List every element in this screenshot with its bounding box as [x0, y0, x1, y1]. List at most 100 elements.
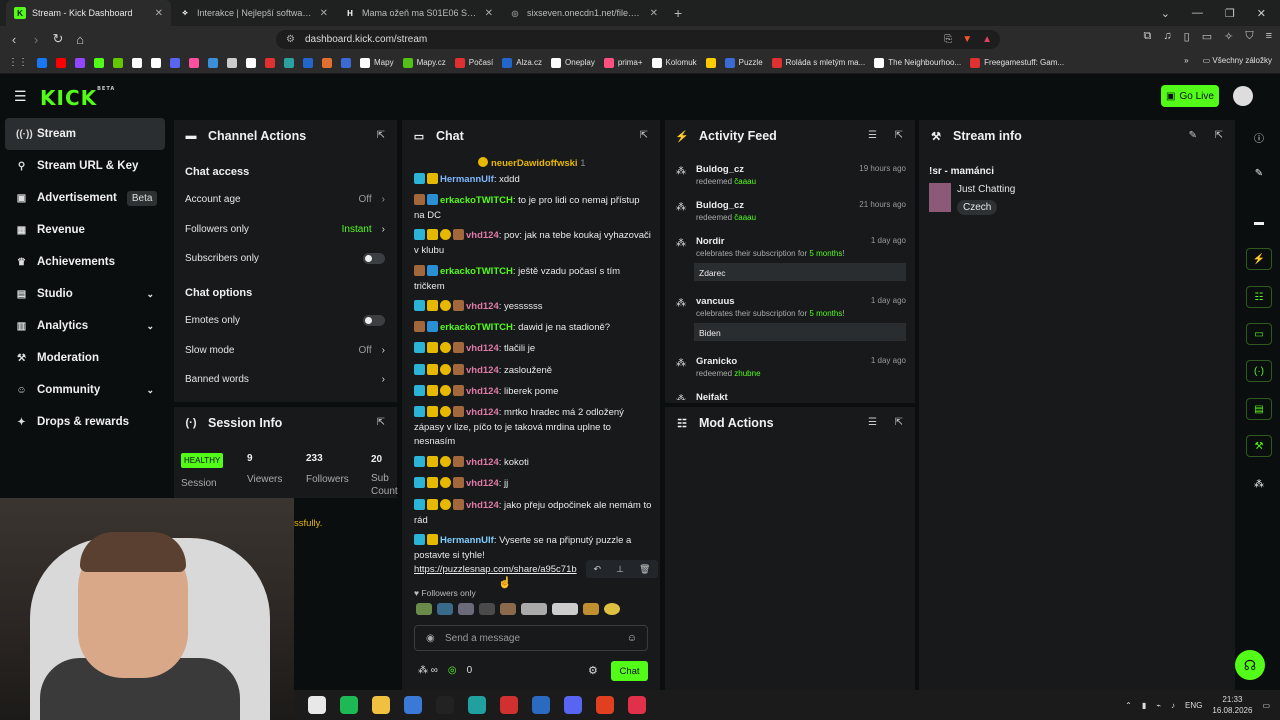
menu-icon[interactable]: ≡: [1266, 30, 1272, 43]
site-info-icon[interactable]: ⚙: [286, 34, 295, 45]
sidebar-item-community[interactable]: ☺ Community ⌄: [0, 374, 170, 406]
chat-message[interactable]: erkackoTWITCH: dawid je na stadioně?: [414, 321, 652, 336]
reload-icon[interactable]: ↻: [48, 31, 68, 47]
channel-actions-icon[interactable]: ▬: [1246, 211, 1272, 233]
taskbar-app-icon[interactable]: [308, 696, 326, 714]
chat-username[interactable]: HermannUlf: [440, 174, 494, 185]
vpn-icon[interactable]: ⛉: [1245, 30, 1253, 43]
emote[interactable]: [479, 603, 495, 615]
bookmark-item[interactable]: [113, 57, 123, 68]
bookmark-item[interactable]: [208, 57, 218, 68]
close-tab-icon[interactable]: ✕: [650, 8, 658, 19]
kick-logo[interactable]: KICKBETA: [40, 86, 115, 110]
help-chat-icon[interactable]: ☊: [1235, 650, 1265, 680]
sidebar-item-drops-rewards[interactable]: ✦ Drops & rewards: [0, 406, 170, 438]
chat-settings-icon[interactable]: ⚙: [588, 664, 598, 677]
sidebar-item-stream[interactable]: ((·)) Stream: [5, 118, 165, 150]
pin-icon[interactable]: ⊥: [616, 564, 624, 575]
bookmark-item[interactable]: Freegamestuff: Gam...: [970, 57, 1064, 68]
emote[interactable]: [552, 603, 578, 615]
close-window-button[interactable]: ✕: [1257, 7, 1266, 20]
taskbar-app-icon[interactable]: [596, 696, 614, 714]
maximize-button[interactable]: ❐: [1225, 7, 1235, 20]
address-bar[interactable]: ⚙ dashboard.kick.com/stream ⎘ ▼ ▲: [276, 30, 1000, 49]
tray-chevron-icon[interactable]: ⌃: [1125, 701, 1132, 710]
bookmark-item[interactable]: [265, 57, 275, 68]
bookmark-item[interactable]: [94, 57, 104, 68]
bookmark-item[interactable]: [189, 57, 199, 68]
close-tab-icon[interactable]: ✕: [485, 8, 493, 19]
brave-rewards-icon[interactable]: ▲: [982, 34, 992, 45]
forward-icon[interactable]: ›: [26, 32, 46, 47]
chat-username[interactable]: erkackoTWITCH: [440, 266, 513, 277]
chat-message[interactable]: vhd124: kokoti: [414, 456, 652, 471]
account-age-row[interactable]: Account age Off ›: [185, 194, 385, 205]
bookmark-item[interactable]: Mapy.cz: [402, 57, 446, 68]
chat-username[interactable]: vhd124: [466, 301, 499, 312]
chat-message[interactable]: erkackoTWITCH: ještě vzadu počasí s tím …: [414, 265, 652, 294]
tab-search-icon[interactable]: ⌄: [1161, 7, 1170, 20]
popout-icon[interactable]: ⇱: [1215, 130, 1223, 141]
hamburger-menu-icon[interactable]: ☰: [14, 88, 27, 105]
popout-icon[interactable]: ⇱: [895, 417, 903, 428]
chat-username[interactable]: vhd124: [466, 500, 499, 511]
taskbar-app-icon[interactable]: [340, 696, 358, 714]
activity-item[interactable]: ⁂ Buldog_cz 19 hours ago redeemed čaaau: [676, 164, 906, 186]
user-avatar[interactable]: [1233, 86, 1253, 106]
chat-message[interactable]: vhd124: tlačili je: [414, 342, 652, 357]
bookmark-item[interactable]: [322, 57, 332, 68]
clock[interactable]: 21:33 16.08.2026: [1212, 694, 1252, 716]
close-tab-icon[interactable]: ✕: [320, 8, 328, 19]
emotes-only-toggle[interactable]: [363, 315, 385, 326]
wallet-icon[interactable]: ▭: [1202, 30, 1212, 43]
volume-icon[interactable]: ♪: [1171, 701, 1175, 710]
followers-only-row[interactable]: Followers only Instant ›: [185, 224, 385, 235]
taskbar-app-icon[interactable]: [564, 696, 582, 714]
stream-category[interactable]: Just Chatting: [957, 184, 1015, 195]
delete-icon[interactable]: 🗑: [639, 564, 650, 575]
taskbar-app-icon[interactable]: [500, 696, 518, 714]
edit-pencil-icon[interactable]: ✎: [1189, 130, 1197, 141]
chat-username[interactable]: vhd124: [466, 478, 499, 489]
bookmark-item[interactable]: [341, 57, 351, 68]
kick-coin-icon[interactable]: ◎: [448, 665, 457, 676]
taskbar-app-icon[interactable]: [532, 696, 550, 714]
emote[interactable]: [583, 603, 599, 615]
send-chat-button[interactable]: Chat: [611, 661, 648, 681]
chat-username[interactable]: vhd124: [466, 365, 499, 376]
sidebar-item-studio[interactable]: ▤ Studio ⌄: [0, 278, 170, 310]
usb-icon[interactable]: ▮: [1142, 701, 1146, 710]
chat-message[interactable]: HermannUlf: xddd: [414, 173, 652, 188]
sidebar-item-advertisement[interactable]: ▣ Advertisement Beta: [0, 182, 170, 214]
bookmark-item[interactable]: [37, 57, 47, 68]
browser-tab[interactable]: ⟡ Interakce | Nejlepší software pro vyle ✕: [171, 0, 336, 26]
chat-username[interactable]: vhd124: [466, 407, 499, 418]
activity-feed-icon[interactable]: ⚡: [1246, 248, 1272, 270]
chat-message[interactable]: vhd124: yessssss: [414, 300, 652, 315]
bookmark-item[interactable]: [151, 57, 161, 68]
activity-item[interactable]: ⁂ Nordir 1 day ago celebrates their subscri…: [676, 236, 906, 281]
apps-grid-icon[interactable]: ⋮⋮: [8, 57, 28, 68]
bookmark-item[interactable]: [284, 57, 294, 68]
chat-message[interactable]: erkackoTWITCH: to je pro lidi co nemaj p…: [414, 194, 652, 223]
notifications-icon[interactable]: ▭: [1262, 701, 1270, 710]
emote[interactable]: [521, 603, 547, 615]
bookmark-item[interactable]: Puzzle: [724, 57, 763, 68]
sidebar-item-revenue[interactable]: ▦ Revenue: [0, 214, 170, 246]
chat-message[interactable]: vhd124: zaslouženě: [414, 364, 652, 379]
sidebar-item-achievements[interactable]: ♛ Achievements: [0, 246, 170, 278]
filter-icon[interactable]: ☰: [868, 417, 877, 428]
bookmark-item[interactable]: [170, 57, 180, 68]
session-info-icon[interactable]: (·): [1246, 360, 1272, 382]
popout-icon[interactable]: ⇱: [640, 130, 648, 141]
media-icon[interactable]: ♫: [1163, 30, 1171, 43]
bookmark-item[interactable]: Mapy: [360, 57, 394, 68]
close-tab-icon[interactable]: ✕: [155, 8, 163, 19]
chat-message[interactable]: vhd124: mrtko hradec má 2 odložený zápas…: [414, 406, 652, 450]
emote[interactable]: [416, 603, 432, 615]
taskbar-app-icon[interactable]: [372, 696, 390, 714]
bookmark-item[interactable]: Počasí: [454, 57, 493, 68]
bookmark-item[interactable]: [132, 57, 142, 68]
taskbar-app-icon[interactable]: [468, 696, 486, 714]
bookmark-item[interactable]: Roláda s mletým ma...: [771, 57, 865, 68]
